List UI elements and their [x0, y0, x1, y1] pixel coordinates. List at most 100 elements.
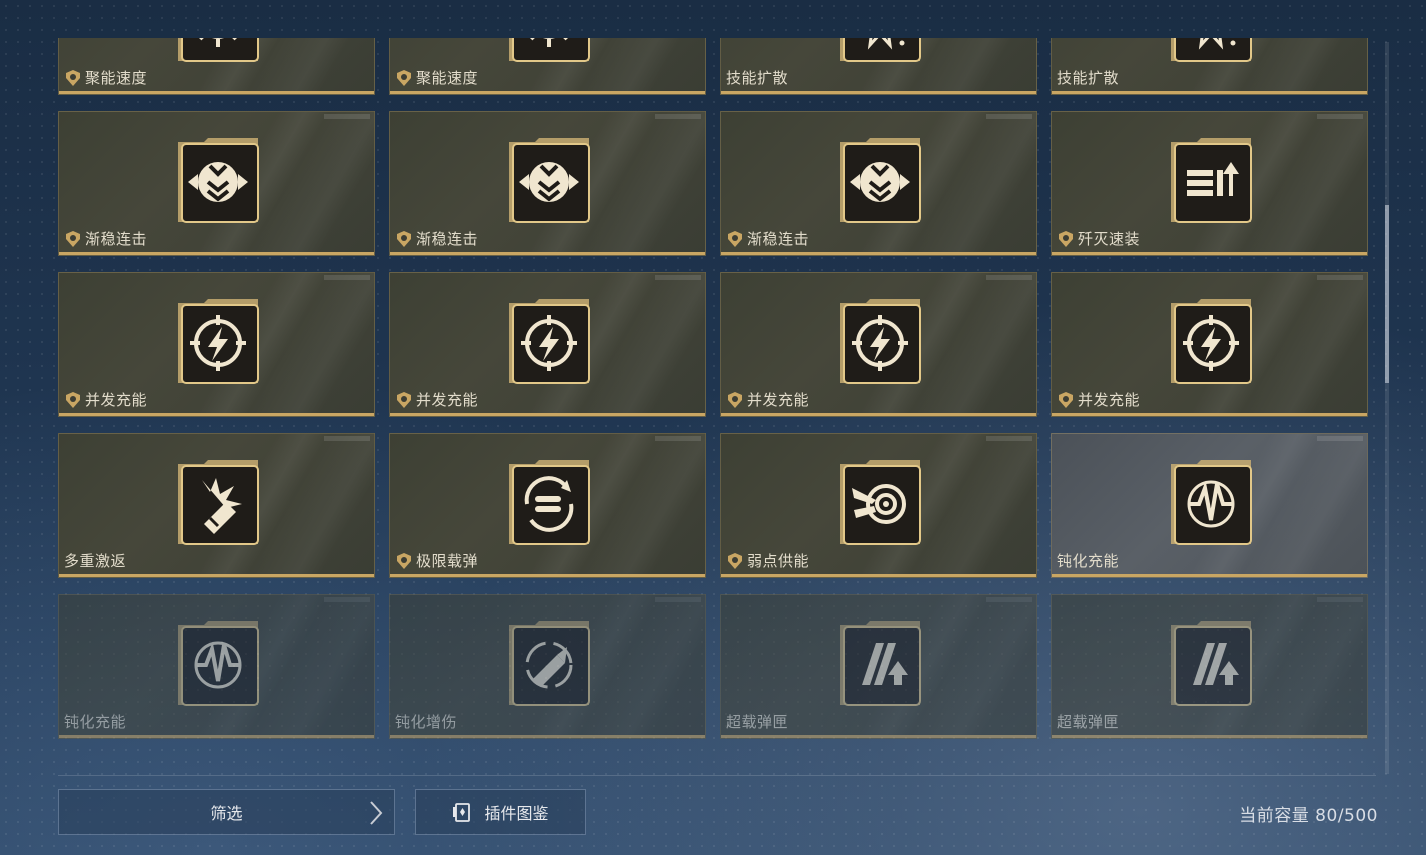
shield-icon	[66, 230, 80, 247]
shield-icon	[397, 391, 411, 408]
shield-icon	[397, 230, 411, 247]
plugin-chip	[836, 297, 924, 387]
plugin-card[interactable]: 多重激返	[58, 433, 375, 578]
plugin-card[interactable]: 钝化充能	[1051, 433, 1368, 578]
plugin-card[interactable]: 技能扩散	[720, 38, 1037, 95]
plugin-name: 聚能速度	[85, 69, 148, 87]
card-accent-bar	[1052, 413, 1367, 416]
plugin-card[interactable]: 并发充能	[58, 272, 375, 417]
card-accent-bar	[59, 413, 374, 416]
plugin-codex-button[interactable]: 插件图鉴	[415, 789, 586, 835]
crosshair-chevron-icon	[178, 138, 259, 223]
card-code-strip	[1317, 436, 1363, 441]
claw-up-icon	[1171, 621, 1252, 706]
shield-icon	[728, 230, 742, 247]
plugin-name: 渐稳连击	[747, 230, 810, 248]
plugin-card[interactable]: 弱点供能	[720, 433, 1037, 578]
plugin-name: 并发充能	[85, 391, 148, 409]
plugin-name: 技能扩散	[1057, 69, 1120, 87]
target-lightning-icon	[178, 299, 259, 384]
filter-button[interactable]: 筛选	[58, 789, 395, 835]
plugin-card[interactable]: 技能扩散	[1051, 38, 1368, 95]
plugin-card[interactable]: 并发充能	[720, 272, 1037, 417]
plugin-name-label: 超载弹匣	[726, 711, 788, 732]
plugin-card[interactable]: 渐稳连击	[720, 111, 1037, 256]
shield-icon	[66, 391, 80, 408]
card-accent-bar	[1052, 252, 1367, 255]
plugin-name-label: 聚能速度	[64, 67, 147, 88]
plugin-name-label: 超载弹匣	[1057, 711, 1119, 732]
plugin-chip	[174, 297, 262, 387]
plugin-card[interactable]: 超载弹匣	[1051, 594, 1368, 739]
plugin-name: 歼灭速装	[1078, 230, 1141, 248]
plugin-name: 超载弹匣	[726, 713, 789, 731]
plugin-card[interactable]: 聚能速度	[58, 38, 375, 95]
plugin-chip	[505, 619, 593, 709]
plugin-name: 渐稳连击	[85, 230, 148, 248]
card-accent-bar	[721, 413, 1036, 416]
scrollbar-thumb[interactable]	[1385, 205, 1389, 383]
card-accent-bar	[390, 91, 705, 94]
card-code-strip	[986, 275, 1032, 280]
bullet-cycle-icon	[509, 621, 590, 706]
card-code-strip	[986, 114, 1032, 119]
card-accent-bar	[721, 735, 1036, 738]
shield-icon	[66, 69, 80, 86]
plugin-chip	[174, 38, 262, 65]
plugin-card[interactable]: 聚能速度	[389, 38, 706, 95]
plugin-chip	[174, 458, 262, 548]
plugin-chip	[1167, 297, 1255, 387]
plugin-chip	[174, 136, 262, 226]
shield-icon	[728, 552, 742, 569]
plugin-name-label: 并发充能	[1057, 389, 1140, 410]
card-accent-bar	[59, 574, 374, 577]
plugin-card[interactable]: 并发充能	[1051, 272, 1368, 417]
card-code-strip	[655, 436, 701, 441]
plugin-chip	[1167, 136, 1255, 226]
crosshair-chevron-icon	[840, 138, 921, 223]
bullseye-arrow-icon	[840, 460, 921, 545]
plugin-card[interactable]: 超载弹匣	[720, 594, 1037, 739]
plugin-chip	[836, 458, 924, 548]
plugin-name: 并发充能	[416, 391, 479, 409]
card-code-strip	[655, 597, 701, 602]
shield-icon	[728, 391, 742, 408]
card-accent-bar	[721, 574, 1036, 577]
plugin-chip	[836, 619, 924, 709]
plugin-chip	[1167, 619, 1255, 709]
plugin-name-label: 渐稳连击	[726, 228, 809, 249]
card-code-strip	[655, 275, 701, 280]
plugin-card[interactable]: 钝化充能	[58, 594, 375, 739]
shield-icon	[1059, 391, 1073, 408]
plugin-card[interactable]: 极限载弹	[389, 433, 706, 578]
plugin-name: 技能扩散	[726, 69, 789, 87]
chevron-right-icon	[370, 801, 383, 825]
plugin-card[interactable]: 钝化增伤	[389, 594, 706, 739]
card-accent-bar	[59, 91, 374, 94]
plugin-card[interactable]: 渐稳连击	[389, 111, 706, 256]
plugin-name-label: 并发充能	[726, 389, 809, 410]
crosshair-chevron-icon	[509, 138, 590, 223]
plugin-name-label: 技能扩散	[1057, 67, 1119, 88]
card-code-strip	[324, 436, 370, 441]
bullet-explosion-icon	[178, 460, 259, 545]
scrollbar-track[interactable]	[1385, 42, 1389, 774]
plugin-name: 并发充能	[747, 391, 810, 409]
ammo-cycle-icon	[509, 460, 590, 545]
star-burst-icon	[1171, 38, 1252, 62]
pulse-wave-icon	[178, 621, 259, 706]
card-code-strip	[986, 597, 1032, 602]
plugin-grid[interactable]: 聚能速度 聚能速度 技能扩散 技能扩散 渐稳连击 渐稳连击 渐稳连击 歼灭速装 并发充能 并发充能…	[58, 38, 1368, 758]
card-code-strip	[324, 597, 370, 602]
plugin-name-label: 多重激返	[64, 550, 126, 571]
plugin-name: 极限载弹	[416, 552, 479, 570]
card-accent-bar	[1052, 574, 1367, 577]
plugin-card[interactable]: 渐稳连击	[58, 111, 375, 256]
plugin-card[interactable]: 并发充能	[389, 272, 706, 417]
plugin-chip	[174, 619, 262, 709]
card-code-strip	[655, 114, 701, 119]
plugin-name-label: 并发充能	[395, 389, 478, 410]
plugin-name: 钝化增伤	[395, 713, 458, 731]
pulse-wave-icon	[1171, 460, 1252, 545]
plugin-card[interactable]: 歼灭速装	[1051, 111, 1368, 256]
